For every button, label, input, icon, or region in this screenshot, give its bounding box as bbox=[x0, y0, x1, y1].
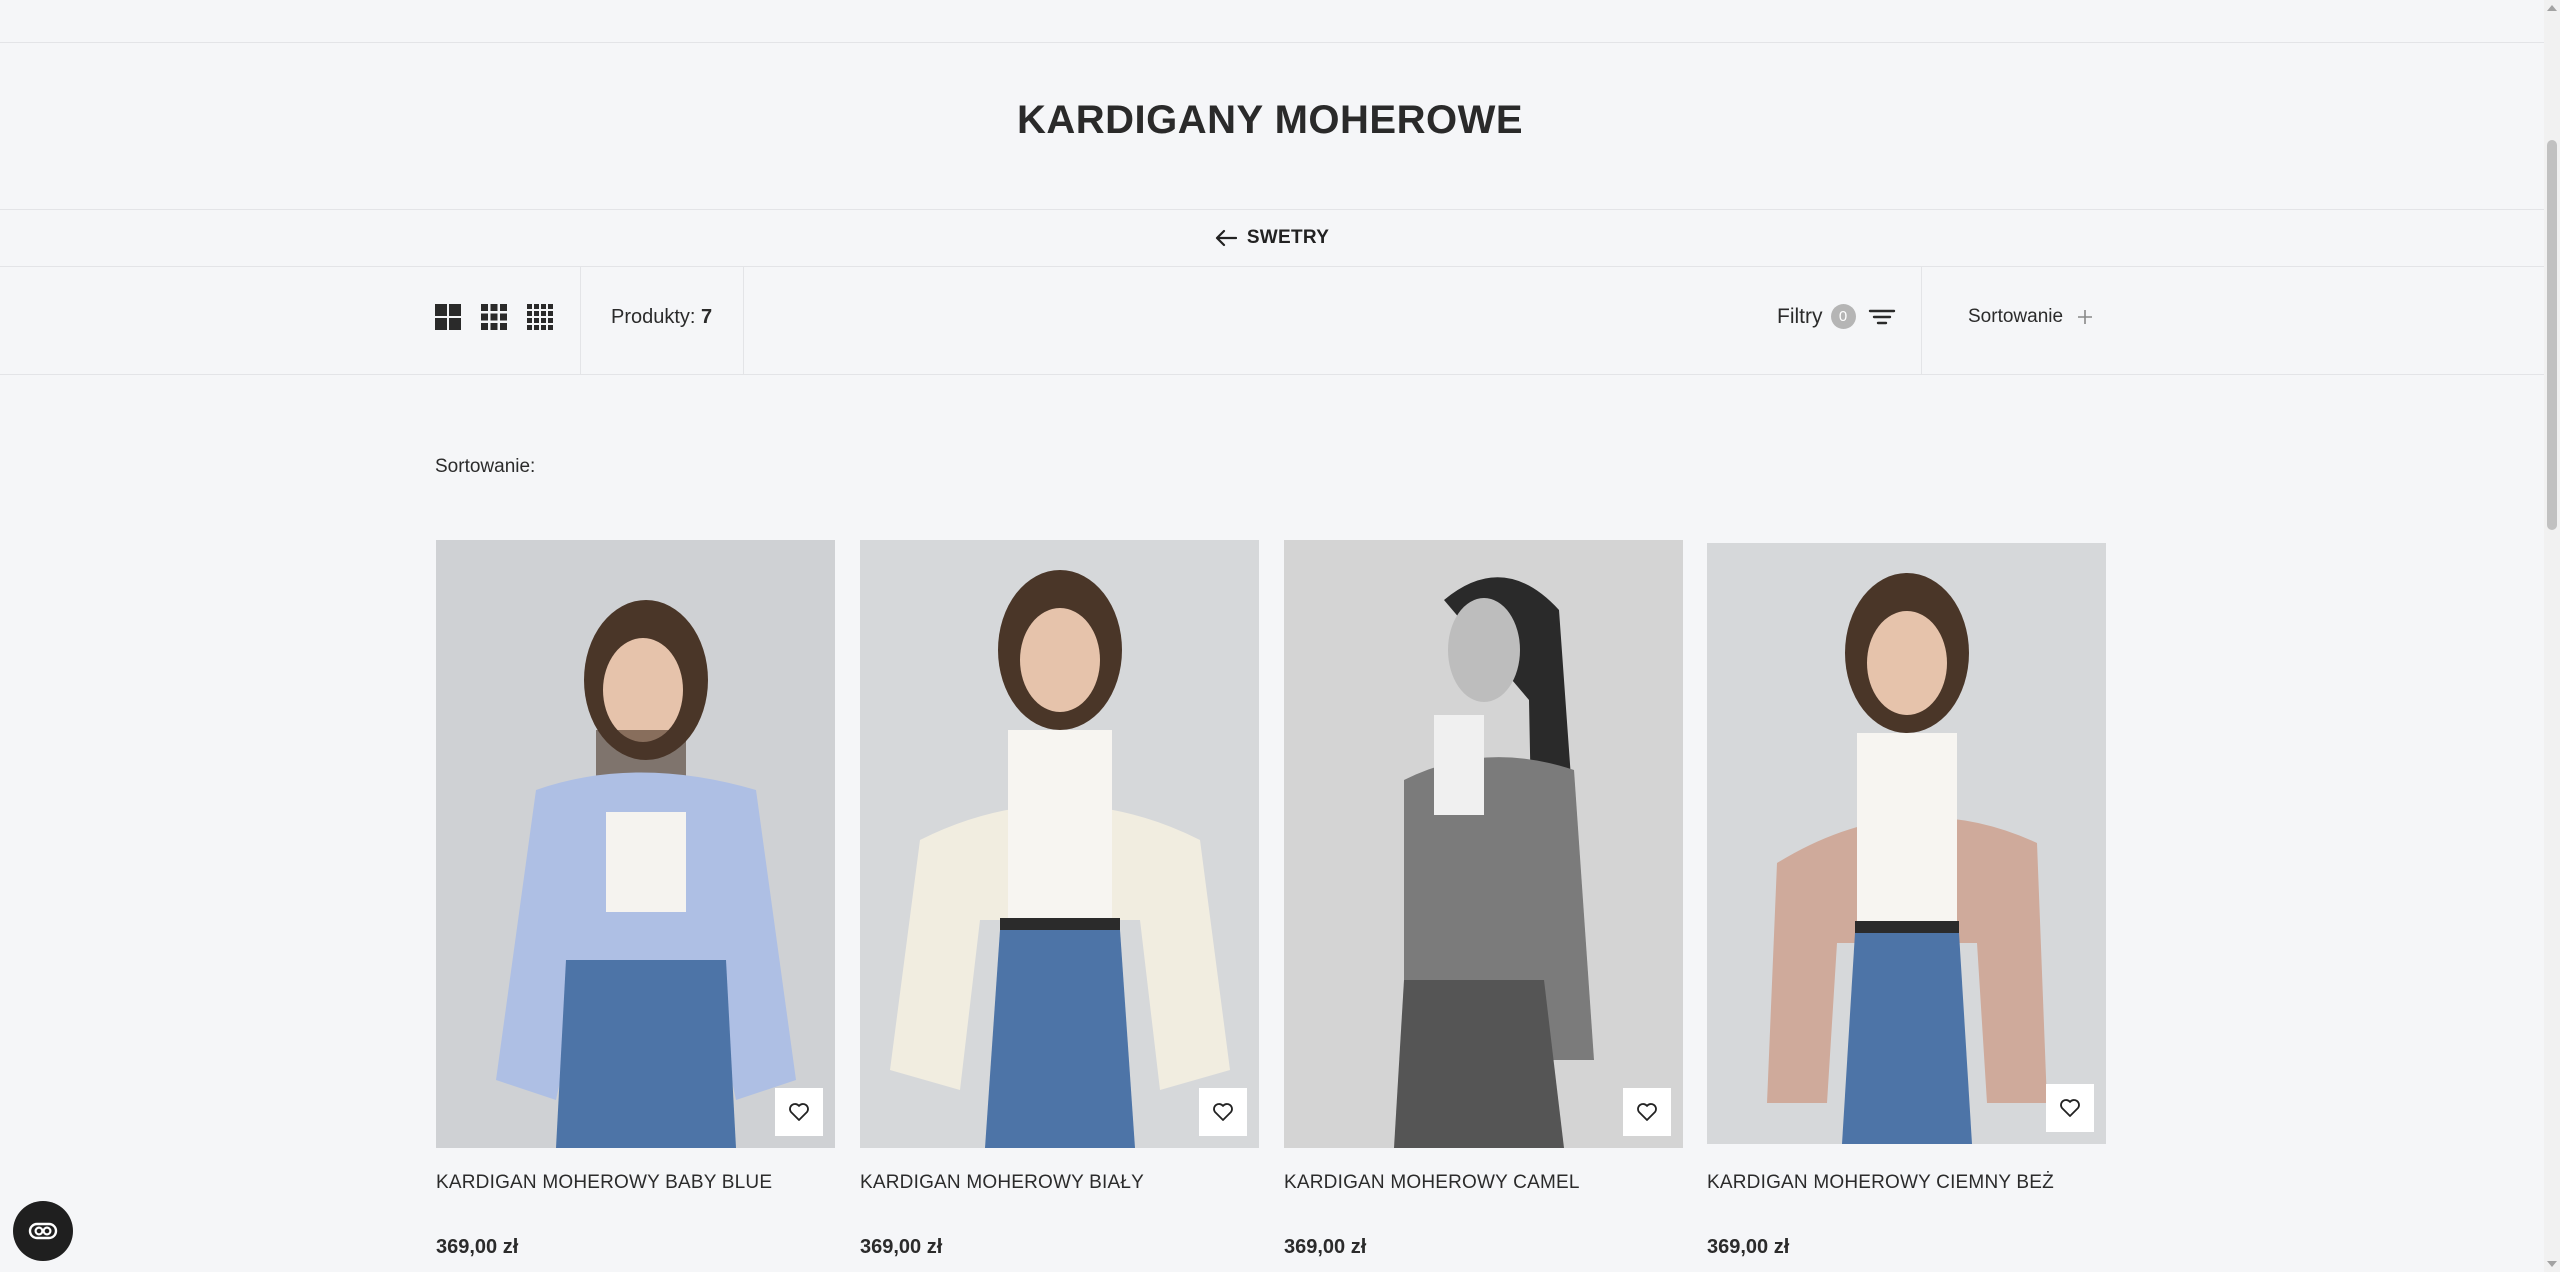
back-to-parent-link[interactable]: SWETRY bbox=[1215, 227, 1329, 249]
product-photo bbox=[436, 540, 835, 1148]
product-name[interactable]: KARDIGAN MOHEROWY BABY BLUE bbox=[436, 1172, 772, 1194]
toolbar-divider bbox=[1921, 266, 1922, 374]
back-link-label: SWETRY bbox=[1246, 227, 1330, 248]
products-count-value: 7 bbox=[701, 306, 713, 328]
products-count-label: Produkty: bbox=[611, 306, 696, 328]
heart-icon bbox=[1213, 1103, 1233, 1121]
product-card: KARDIGAN MOHEROWY CAMEL 369,00 zł bbox=[1284, 540, 1683, 1258]
heart-icon bbox=[1637, 1103, 1657, 1121]
sort-label: Sortowanie bbox=[1968, 306, 2064, 327]
page-title: KARDIGANY MOHEROWE bbox=[1016, 98, 1524, 142]
filters-button[interactable]: Filtry 0 bbox=[1777, 304, 1896, 329]
page-scrollbar[interactable] bbox=[2544, 0, 2560, 1272]
product-price: 369,00 zł bbox=[436, 1236, 519, 1258]
filters-label: Filtry bbox=[1777, 304, 1823, 328]
product-price: 369,00 zł bbox=[1707, 1236, 1790, 1258]
heart-icon bbox=[789, 1103, 809, 1121]
product-price: 369,00 zł bbox=[860, 1236, 943, 1258]
product-name[interactable]: KARDIGAN MOHEROWY CIEMNY BEŻ bbox=[1707, 1172, 2054, 1194]
page: KARDIGANY MOHEROWE SWETRY Produkty: 7 Fi… bbox=[0, 0, 2544, 1272]
plus-icon bbox=[2078, 310, 2093, 324]
product-card: KARDIGAN MOHEROWY BABY BLUE 369,00 zł bbox=[436, 540, 835, 1258]
filter-icon bbox=[1868, 309, 1895, 324]
product-card: KARDIGAN MOHEROWY BIAŁY 369,00 zł bbox=[860, 540, 1259, 1258]
accessibility-button[interactable] bbox=[13, 1201, 73, 1261]
sort-caption: Sortowanie: bbox=[435, 456, 536, 477]
product-card: KARDIGAN MOHEROWY CIEMNY BEŻ 369,00 zł bbox=[1707, 543, 2106, 1258]
filters-count-badge: 0 bbox=[1830, 304, 1856, 329]
product-image[interactable] bbox=[1707, 543, 2106, 1144]
product-photo bbox=[1707, 543, 2106, 1144]
scroll-down-arrow[interactable] bbox=[2547, 1261, 2557, 1267]
accessibility-glasses-icon bbox=[28, 1222, 58, 1240]
arrow-left-icon bbox=[1215, 229, 1237, 247]
product-image[interactable] bbox=[860, 540, 1259, 1148]
add-to-wishlist-button[interactable] bbox=[1199, 1088, 1247, 1136]
product-image[interactable] bbox=[1284, 540, 1683, 1148]
product-name[interactable]: KARDIGAN MOHEROWY BIAŁY bbox=[860, 1172, 1144, 1194]
product-image[interactable] bbox=[436, 540, 835, 1148]
sort-dropdown-toggle[interactable]: Sortowanie bbox=[1968, 306, 2093, 328]
scrollbar-thumb[interactable] bbox=[2547, 140, 2557, 530]
grid-3-icon[interactable] bbox=[481, 304, 507, 330]
toolbar-divider bbox=[580, 266, 581, 374]
listing-toolbar: Produkty: 7 Filtry 0 Sortowanie bbox=[0, 266, 2544, 375]
parent-category-bar: SWETRY bbox=[0, 209, 2544, 267]
product-price: 369,00 zł bbox=[1284, 1236, 1367, 1258]
add-to-wishlist-button[interactable] bbox=[775, 1088, 823, 1136]
product-photo bbox=[860, 540, 1259, 1148]
heart-icon bbox=[2060, 1099, 2080, 1117]
add-to-wishlist-button[interactable] bbox=[1623, 1088, 1671, 1136]
grid-4-icon[interactable] bbox=[527, 304, 553, 330]
scroll-up-arrow[interactable] bbox=[2547, 5, 2557, 11]
grid-2-icon[interactable] bbox=[435, 304, 461, 330]
add-to-wishlist-button[interactable] bbox=[2046, 1084, 2094, 1132]
grid-switcher bbox=[435, 304, 553, 330]
products-count: Produkty: 7 bbox=[611, 306, 712, 329]
product-photo bbox=[1284, 540, 1683, 1148]
product-name[interactable]: KARDIGAN MOHEROWY CAMEL bbox=[1284, 1172, 1580, 1194]
toolbar-divider bbox=[743, 266, 744, 374]
top-divider bbox=[0, 42, 2544, 43]
